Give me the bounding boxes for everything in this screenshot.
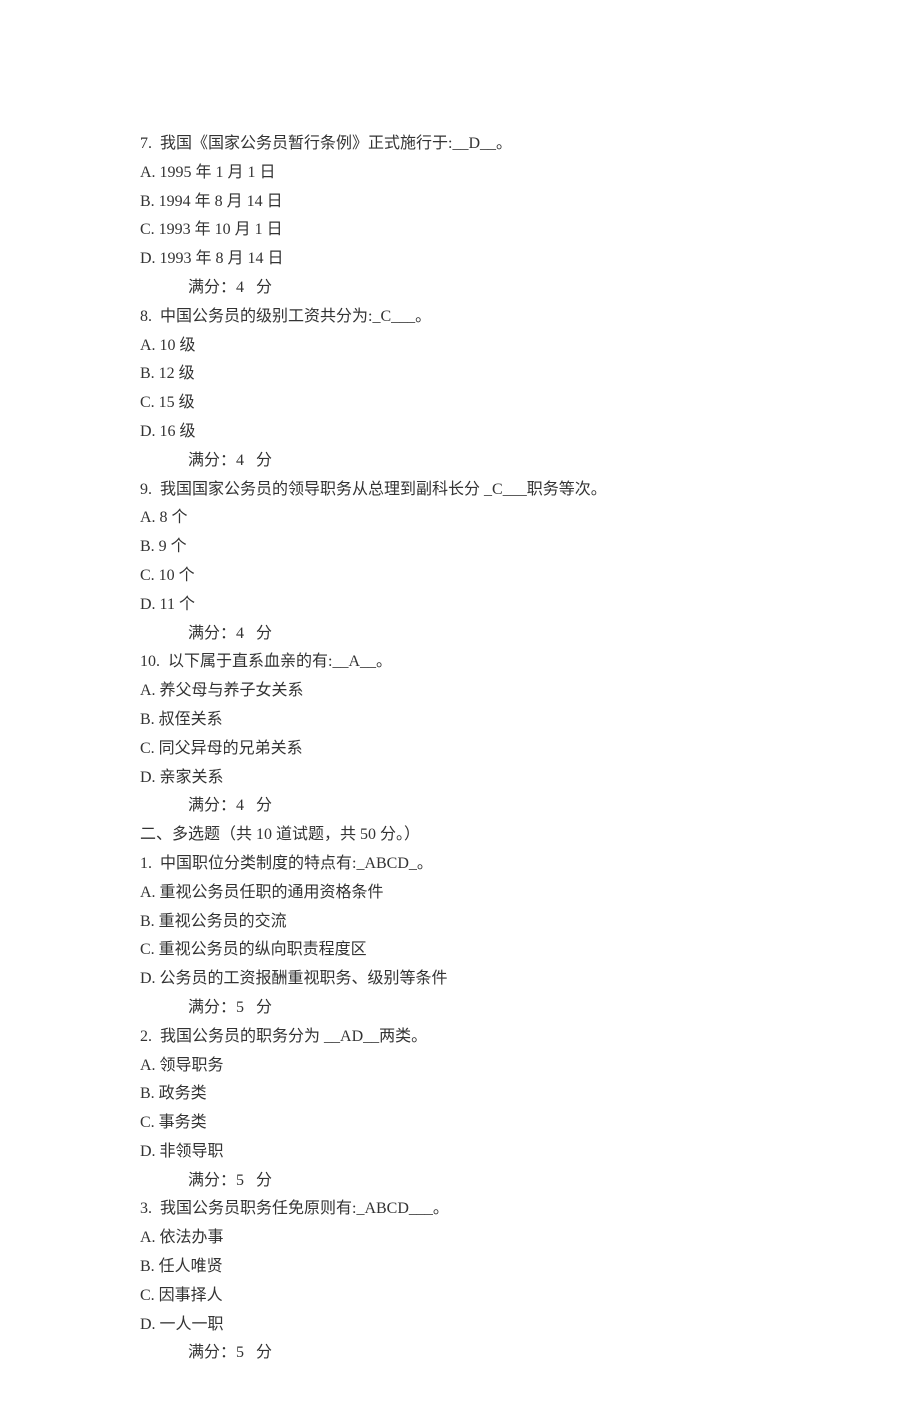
- question-7: 7. 我国《国家公务员暂行条例》正式施行于:__D__。: [140, 130, 780, 159]
- option-a: A. 依法办事: [140, 1224, 780, 1253]
- question-text: 我国《国家公务员暂行条例》正式施行于:: [160, 135, 452, 152]
- question-suffix: 两类。: [379, 1028, 427, 1045]
- option-d: D. 1993 年 8 月 14 日: [140, 245, 780, 274]
- option-a: A. 领导职务: [140, 1052, 780, 1081]
- score-line: 满分：5 分: [140, 1167, 780, 1196]
- option-b: B. 1994 年 8 月 14 日: [140, 188, 780, 217]
- option-c: C. 1993 年 10 月 1 日: [140, 216, 780, 245]
- option-d: D. 16 级: [140, 418, 780, 447]
- option-b: B. 任人唯贤: [140, 1253, 780, 1282]
- option-d: D. 11 个: [140, 591, 780, 620]
- option-c: C. 事务类: [140, 1109, 780, 1138]
- question-text: 我国公务员职务任免原则有:: [160, 1200, 356, 1217]
- question-number: 3.: [140, 1200, 152, 1217]
- section-title: 二、多选题（共 10 道试题，共 50 分。）: [140, 821, 780, 850]
- option-d: D. 公务员的工资报酬重视职务、级别等条件: [140, 965, 780, 994]
- option-b: B. 叔侄关系: [140, 706, 780, 735]
- option-c: C. 因事择人: [140, 1282, 780, 1311]
- question-suffix: 职务等次。: [527, 481, 607, 498]
- option-d: D. 亲家关系: [140, 764, 780, 793]
- question-answer: __A__: [332, 653, 376, 670]
- score-line: 满分：4 分: [140, 620, 780, 649]
- option-c: C. 重视公务员的纵向职责程度区: [140, 936, 780, 965]
- question-text: 我国国家公务员的领导职务从总理到副科长分: [160, 481, 480, 498]
- option-c: C. 15 级: [140, 389, 780, 418]
- question-answer: _ABCD_: [356, 855, 416, 872]
- question-text: 我国公务员的职务分为: [160, 1028, 320, 1045]
- option-c: C. 10 个: [140, 562, 780, 591]
- question-answer: _C___: [480, 481, 527, 498]
- question-number: 1.: [140, 855, 152, 872]
- question-suffix: 。: [433, 1200, 449, 1217]
- score-line: 满分：5 分: [140, 994, 780, 1023]
- option-b: B. 政务类: [140, 1080, 780, 1109]
- question-suffix: 。: [415, 308, 431, 325]
- question-answer: _ABCD___: [356, 1200, 432, 1217]
- question-number: 8.: [140, 308, 152, 325]
- question-number: 7.: [140, 135, 152, 152]
- score-line: 满分：5 分: [140, 1339, 780, 1368]
- option-a: A. 重视公务员任职的通用资格条件: [140, 879, 780, 908]
- question-text: 中国职位分类制度的特点有:: [160, 855, 356, 872]
- document-content: 7. 我国《国家公务员暂行条例》正式施行于:__D__。 A. 1995 年 1…: [140, 130, 780, 1368]
- question-9: 9. 我国国家公务员的领导职务从总理到副科长分 _C___职务等次。: [140, 476, 780, 505]
- score-line: 满分：4 分: [140, 274, 780, 303]
- option-a: A. 1995 年 1 月 1 日: [140, 159, 780, 188]
- score-line: 满分：4 分: [140, 447, 780, 476]
- question-number: 2.: [140, 1028, 152, 1045]
- question-answer: __AD__: [320, 1028, 379, 1045]
- option-b: B. 12 级: [140, 360, 780, 389]
- question-text: 中国公务员的级别工资共分为:: [160, 308, 372, 325]
- option-b: B. 9 个: [140, 533, 780, 562]
- question-answer: __D__: [452, 135, 496, 152]
- question-8: 8. 中国公务员的级别工资共分为:_C___。: [140, 303, 780, 332]
- question-number: 10.: [140, 653, 160, 670]
- question-suffix: 。: [496, 135, 512, 152]
- option-a: A. 养父母与养子女关系: [140, 677, 780, 706]
- option-c: C. 同父异母的兄弟关系: [140, 735, 780, 764]
- option-d: D. 非领导职: [140, 1138, 780, 1167]
- question-answer: _C___: [372, 308, 415, 325]
- option-a: A. 10 级: [140, 332, 780, 361]
- option-d: D. 一人一职: [140, 1311, 780, 1340]
- multi-question-2: 2. 我国公务员的职务分为 __AD__两类。: [140, 1023, 780, 1052]
- question-number: 9.: [140, 481, 152, 498]
- question-text: 以下属于直系血亲的有:: [168, 653, 332, 670]
- multi-question-3: 3. 我国公务员职务任免原则有:_ABCD___。: [140, 1195, 780, 1224]
- option-b: B. 重视公务员的交流: [140, 908, 780, 937]
- multi-question-1: 1. 中国职位分类制度的特点有:_ABCD_。: [140, 850, 780, 879]
- question-suffix: 。: [376, 653, 392, 670]
- question-suffix: 。: [417, 855, 433, 872]
- question-10: 10. 以下属于直系血亲的有:__A__。: [140, 648, 780, 677]
- score-line: 满分：4 分: [140, 792, 780, 821]
- option-a: A. 8 个: [140, 504, 780, 533]
